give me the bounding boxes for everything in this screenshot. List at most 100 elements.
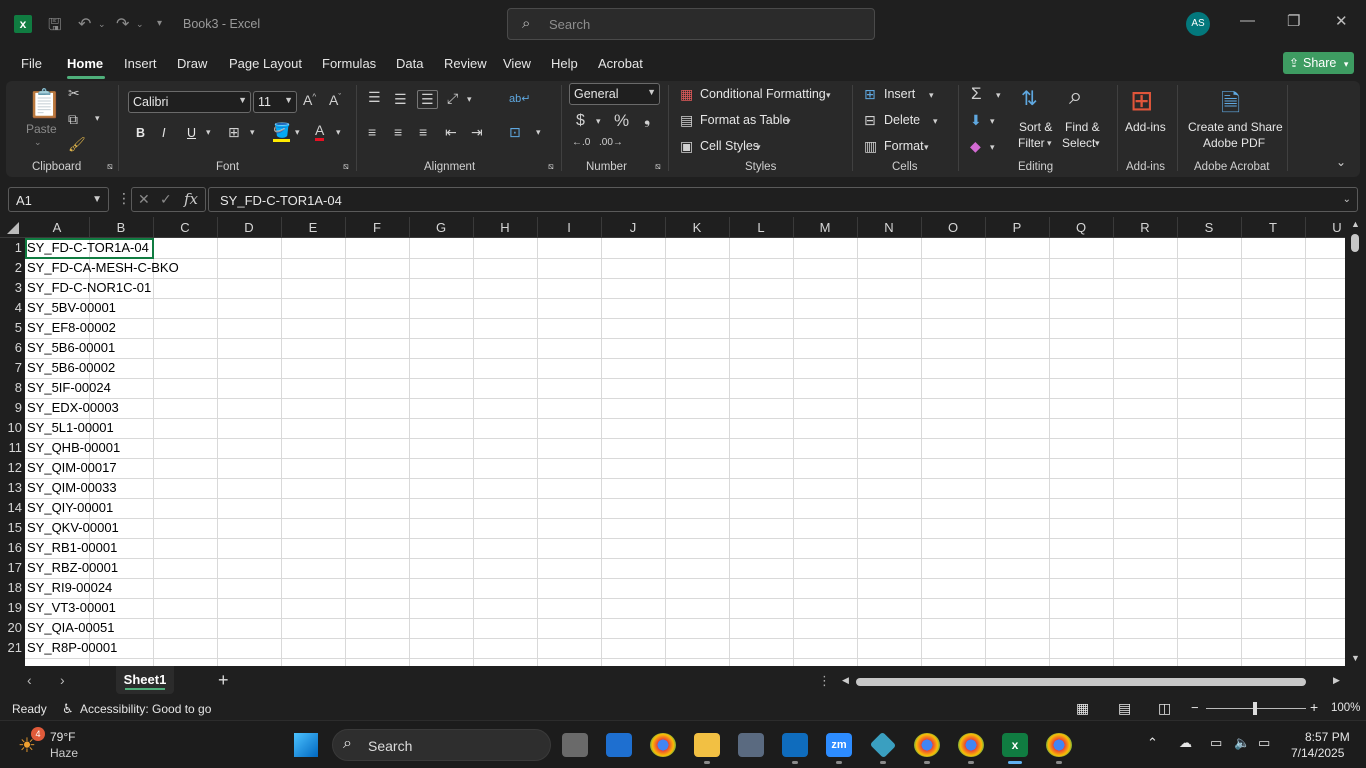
increase-decimal-icon[interactable]: ←.0 bbox=[572, 137, 590, 148]
prev-sheet-icon[interactable]: ‹ bbox=[27, 672, 32, 688]
chrome-profile-icon[interactable] bbox=[1046, 733, 1072, 757]
chevron-down-icon[interactable]: ▾ bbox=[756, 142, 761, 153]
undo-icon[interactable]: ↶ bbox=[78, 14, 91, 34]
font-color-dropdown-icon[interactable]: ▾ bbox=[336, 127, 341, 138]
column-header[interactable]: T bbox=[1241, 220, 1305, 235]
clear-icon[interactable]: ◆ bbox=[970, 138, 981, 155]
cell[interactable]: SY_RBZ-00001 bbox=[27, 558, 118, 578]
find-select-line2[interactable]: Select bbox=[1062, 136, 1095, 150]
cell[interactable]: SY_5B6-00002 bbox=[27, 358, 115, 378]
delete-cells-button[interactable]: Delete bbox=[884, 113, 920, 127]
select-all-icon[interactable] bbox=[7, 222, 19, 234]
merge-dropdown-icon[interactable]: ▾ bbox=[536, 127, 541, 138]
add-sheet-icon[interactable]: + bbox=[218, 670, 229, 691]
column-header[interactable]: P bbox=[985, 220, 1049, 235]
chevron-down-icon[interactable]: ▾ bbox=[1047, 138, 1052, 149]
font-size-select[interactable]: 11 ▼ bbox=[253, 91, 297, 113]
cell[interactable]: SY_QIA-00051 bbox=[27, 618, 114, 638]
scroll-down-icon[interactable]: ▼ bbox=[1351, 653, 1360, 663]
row-header[interactable]: 1 bbox=[0, 238, 25, 258]
column-header[interactable]: N bbox=[857, 220, 921, 235]
fill-icon[interactable]: ⬇ bbox=[970, 112, 982, 129]
tab-insert[interactable]: Insert bbox=[124, 56, 157, 71]
borders-dropdown-icon[interactable]: ▾ bbox=[250, 127, 255, 138]
autosum-dropdown-icon[interactable]: ▾ bbox=[996, 90, 1001, 101]
more-options-icon[interactable]: ⋮ bbox=[117, 190, 131, 207]
alignment-launcher-icon[interactable]: ⧅ bbox=[548, 161, 554, 172]
align-left-icon[interactable]: ≡ bbox=[368, 124, 376, 140]
chevron-up-icon[interactable]: ⌃ bbox=[1147, 735, 1158, 751]
row-header[interactable]: 9 bbox=[0, 398, 25, 418]
redo-dropdown-icon[interactable]: ⌄ bbox=[136, 19, 144, 30]
row-header[interactable]: 6 bbox=[0, 338, 25, 358]
fill-dropdown-icon[interactable]: ▾ bbox=[990, 116, 995, 127]
copy-dropdown-icon[interactable]: ▾ bbox=[95, 113, 100, 124]
minimize-icon[interactable]: — bbox=[1240, 12, 1255, 29]
column-header[interactable]: R bbox=[1113, 220, 1177, 235]
name-box[interactable]: A1 ▼ bbox=[8, 187, 109, 212]
cell-styles-icon[interactable]: ▣ bbox=[680, 138, 693, 155]
font-name-select[interactable]: Calibri ▼ bbox=[128, 91, 251, 113]
tab-formulas[interactable]: Formulas bbox=[322, 56, 376, 71]
align-right-icon[interactable]: ≡ bbox=[419, 124, 427, 140]
tab-data[interactable]: Data bbox=[396, 56, 423, 71]
autosum-icon[interactable]: Σ bbox=[971, 84, 982, 104]
row-header[interactable]: 5 bbox=[0, 318, 25, 338]
tab-home[interactable]: Home bbox=[67, 56, 103, 71]
tab-help[interactable]: Help bbox=[551, 56, 578, 71]
column-header[interactable]: H bbox=[473, 220, 537, 235]
chevron-down-icon[interactable]: ▾ bbox=[1095, 138, 1100, 149]
insert-function-icon[interactable]: fx bbox=[184, 190, 198, 208]
row-header[interactable]: 2 bbox=[0, 258, 25, 278]
cell[interactable]: SY_QIM-00017 bbox=[27, 458, 117, 478]
chevron-down-icon[interactable]: ▾ bbox=[924, 142, 929, 153]
redo-icon[interactable]: ↷ bbox=[116, 14, 129, 34]
format-cells-button[interactable]: Format bbox=[884, 139, 924, 153]
search-box[interactable]: ⌕ Search bbox=[507, 8, 875, 40]
chrome-profile-icon[interactable] bbox=[914, 733, 940, 757]
excel-taskbar-icon[interactable]: x bbox=[1002, 733, 1028, 757]
decrease-font-icon[interactable]: Aˇ bbox=[329, 92, 341, 108]
row-header[interactable]: 11 bbox=[0, 438, 25, 458]
more-sheets-icon[interactable]: ⋮ bbox=[818, 673, 831, 689]
decrease-decimal-icon[interactable]: .00→ bbox=[599, 137, 623, 148]
share-button[interactable]: ⇪ Share ▾ bbox=[1283, 52, 1354, 74]
cell[interactable]: SY_EDX-00003 bbox=[27, 398, 119, 418]
close-icon[interactable]: ✕ bbox=[1335, 12, 1348, 30]
zoom-slider-thumb[interactable] bbox=[1253, 702, 1257, 715]
tab-draw[interactable]: Draw bbox=[177, 56, 207, 71]
borders-icon[interactable]: ⊞ bbox=[228, 124, 240, 141]
task-view-icon[interactable] bbox=[562, 733, 588, 757]
currency-dropdown-icon[interactable]: ▾ bbox=[596, 116, 601, 127]
battery-icon[interactable]: ▭ bbox=[1258, 735, 1270, 751]
column-header[interactable]: S bbox=[1177, 220, 1241, 235]
zoom-app-icon[interactable]: zm bbox=[826, 733, 852, 757]
undo-dropdown-icon[interactable]: ⌄ bbox=[98, 19, 106, 30]
clock-date[interactable]: 7/14/2025 bbox=[1291, 746, 1344, 760]
comma-style-icon[interactable]: ❟ bbox=[644, 111, 650, 129]
bold-button[interactable]: B bbox=[136, 126, 145, 140]
cell[interactable]: SY_QIY-00001 bbox=[27, 498, 113, 518]
clock-time[interactable]: 8:57 PM bbox=[1305, 730, 1350, 744]
clipboard-launcher-icon[interactable]: ⧅ bbox=[107, 161, 113, 172]
underline-dropdown-icon[interactable]: ▾ bbox=[206, 127, 211, 138]
column-header[interactable]: L bbox=[729, 220, 793, 235]
row-header[interactable]: 16 bbox=[0, 538, 25, 558]
number-launcher-icon[interactable]: ⧅ bbox=[655, 161, 661, 172]
orientation-dropdown-icon[interactable]: ▾ bbox=[467, 94, 472, 105]
scroll-thumb[interactable] bbox=[1351, 234, 1359, 252]
create-pdf-line2[interactable]: Adobe PDF bbox=[1203, 136, 1265, 150]
worksheet-grid[interactable]: ABCDEFGHIJKLMNOPQRSTU 1 2 3 4 5 6 7 8 9 10 11 12 13 1… bbox=[0, 217, 1366, 666]
cell[interactable]: SY_5BV-00001 bbox=[27, 298, 116, 318]
accessibility-status[interactable]: Accessibility: Good to go bbox=[80, 702, 211, 716]
column-header[interactable]: J bbox=[601, 220, 665, 235]
calculator-icon[interactable] bbox=[738, 733, 764, 757]
column-header[interactable]: A bbox=[25, 220, 89, 235]
normal-view-icon[interactable]: ▦ bbox=[1076, 700, 1089, 717]
volume-icon[interactable]: 🔈 bbox=[1234, 735, 1250, 751]
scroll-left-icon[interactable]: ◀ bbox=[842, 675, 849, 686]
tab-view[interactable]: View bbox=[503, 56, 531, 71]
insert-cells-icon[interactable]: ⊞ bbox=[864, 86, 876, 103]
sheet-tab-sheet1[interactable]: Sheet1 bbox=[116, 666, 174, 694]
tab-review[interactable]: Review bbox=[444, 56, 487, 71]
